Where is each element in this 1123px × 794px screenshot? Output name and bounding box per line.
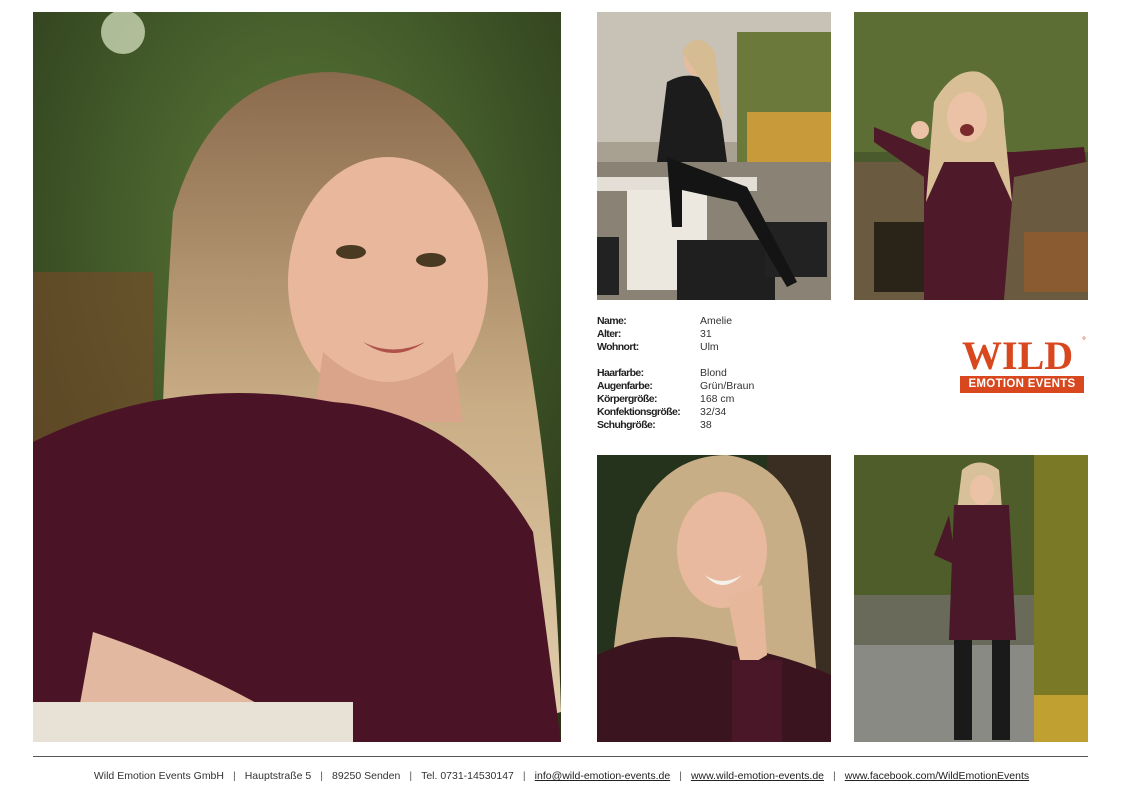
footer-separator: | (232, 770, 236, 782)
profile-row-age: Alter: 31 (597, 328, 797, 341)
profile-row-eye-color: Augenfarbe: Grün/Braun (597, 380, 797, 393)
footer-city: 89250 Senden (332, 770, 401, 782)
playful-pose-photo (854, 12, 1088, 300)
footer-phone: Tel. 0731-14530147 (421, 770, 514, 782)
footer-separator: | (320, 770, 323, 782)
wild-emotion-events-logo: WILD ° EMOTION EVENTS (958, 336, 1086, 396)
footer-separator: | (522, 770, 526, 782)
footer-company: Wild Emotion Events GmbH (93, 770, 224, 782)
age-label: Alter: (597, 328, 621, 340)
height-value: 168 cm (700, 393, 735, 405)
footer-facebook-link[interactable]: www.facebook.com/WildEmotionEvents (845, 770, 1029, 782)
profile-row-hair-color: Haarfarbe: Blond (597, 367, 797, 380)
shoe-size-label: Schuhgröße: (597, 419, 656, 431)
clothing-size-label: Konfektionsgröße: (597, 406, 681, 418)
footer-street: Hauptstraße 5 (244, 770, 312, 782)
profile-row-residence: Wohnort: Ulm (597, 341, 797, 354)
name-label: Name: (597, 315, 627, 327)
bench-sitting-photo (597, 12, 831, 300)
residence-label: Wohnort: (597, 341, 639, 353)
name-value: Amelie (700, 315, 733, 327)
footer-website-link[interactable]: www.wild-emotion-events.de (691, 770, 824, 782)
residence-value: Ulm (700, 341, 719, 353)
logo-word: WILD (962, 333, 1074, 378)
footer-separator: | (409, 770, 413, 782)
footer-separator: | (679, 770, 682, 782)
hand-on-chin-photo (597, 455, 831, 742)
footer-separator: | (833, 770, 836, 782)
profile-row-shoe-size: Schuhgröße: 38 (597, 419, 797, 432)
full-body-photo (854, 455, 1088, 742)
footer-email-link[interactable]: info@wild-emotion-events.de (535, 770, 671, 782)
logo-mark-icon: ° (1082, 336, 1086, 347)
profile-row-clothing-size: Konfektionsgröße: 32/34 (597, 406, 797, 419)
hero-portrait-photo (33, 12, 561, 742)
hair-color-label: Haarfarbe: (597, 367, 644, 379)
profile-row-height: Körpergröße: 168 cm (597, 393, 797, 406)
footer-divider (33, 756, 1088, 757)
age-value: 31 (700, 328, 712, 340)
hair-color-value: Blond (700, 367, 727, 379)
shoe-size-value: 38 (700, 419, 712, 431)
eye-color-value: Grün/Braun (700, 380, 755, 392)
logo-subtitle: EMOTION EVENTS (960, 376, 1084, 393)
height-label: Körpergröße: (597, 393, 657, 405)
footer: Wild Emotion Events GmbH | Hauptstraße 5 | 8… (0, 770, 1123, 782)
clothing-size-value: 32/34 (700, 406, 727, 418)
profile-details: Name: Amelie Alter: 31 Wohnort: Ulm Haar… (597, 315, 797, 432)
eye-color-label: Augenfarbe: (597, 380, 653, 392)
profile-row-name: Name: Amelie (597, 315, 797, 328)
